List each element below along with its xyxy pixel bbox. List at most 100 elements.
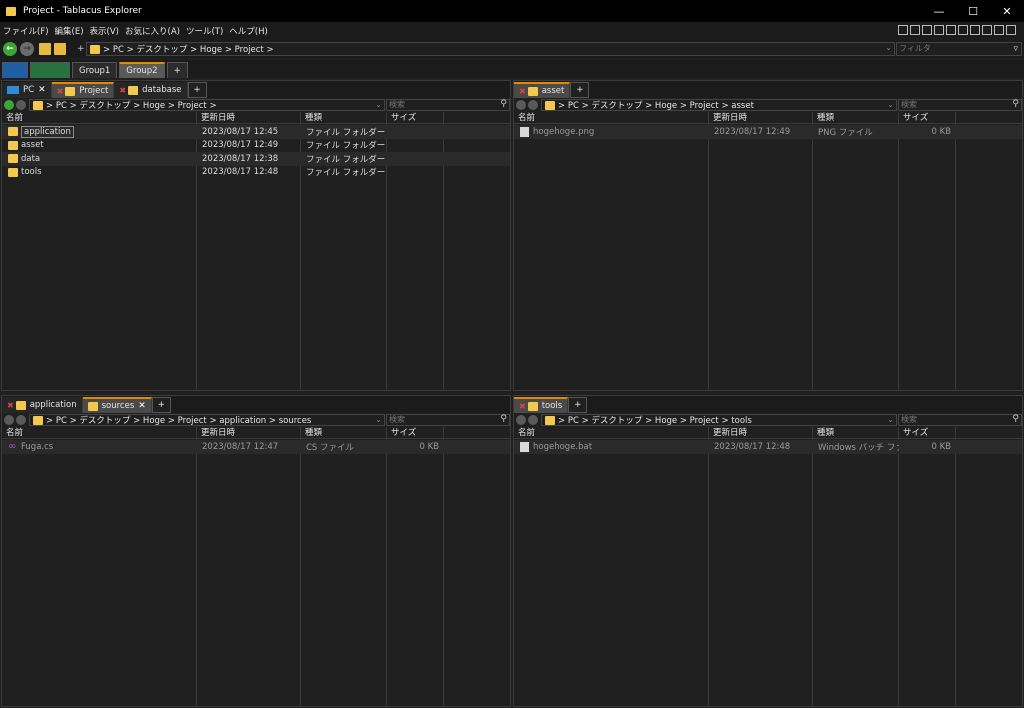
list-item[interactable]: data 2023/08/17 12:38 ファイル フォルダー: [2, 152, 510, 166]
layout-7-icon[interactable]: [970, 25, 980, 35]
column-name[interactable]: 名前: [2, 427, 197, 438]
back-arrow-icon[interactable]: ←: [3, 42, 17, 56]
list-item[interactable]: hogehoge.bat 2023/08/17 12:48 Windows バッ…: [514, 440, 1022, 454]
column-name[interactable]: 名前: [514, 112, 709, 123]
group-tab-green[interactable]: [30, 62, 70, 78]
column-type[interactable]: 種類: [301, 427, 387, 438]
tab-project[interactable]: ✖ Project: [51, 82, 115, 98]
chevron-down-icon[interactable]: ⌄: [375, 415, 382, 424]
column-size[interactable]: サイズ: [899, 427, 956, 438]
layout-2-icon[interactable]: [910, 25, 920, 35]
address-bar[interactable]: > PC > デスクトップ > Hoge > Project > applica…: [29, 414, 385, 426]
filter-input[interactable]: フィルタ ▿: [896, 42, 1022, 56]
column-name[interactable]: 名前: [2, 112, 197, 123]
menu-tools[interactable]: ツール(T): [183, 25, 226, 37]
add-tab-button[interactable]: +: [570, 82, 590, 98]
item-name: data: [21, 153, 41, 164]
layout-1-icon[interactable]: [898, 25, 908, 35]
item-name: Fuga.cs: [21, 441, 54, 452]
layout-5-icon[interactable]: [946, 25, 956, 35]
group-tab-group2[interactable]: Group2: [119, 62, 165, 78]
layout-10-icon[interactable]: [1006, 25, 1016, 35]
chevron-down-icon[interactable]: ⌄: [887, 415, 894, 424]
menu-file[interactable]: ファイル(F): [0, 25, 52, 37]
column-size[interactable]: サイズ: [387, 112, 444, 123]
forward-arrow-icon[interactable]: [528, 100, 538, 110]
main-address-bar[interactable]: > PC > デスクトップ > Hoge > Project > ⌄: [86, 42, 895, 56]
column-name[interactable]: 名前: [514, 427, 709, 438]
back-arrow-icon[interactable]: [516, 100, 526, 110]
window-title: Project - Tablacus Explorer: [23, 6, 142, 16]
list-item[interactable]: hogehoge.png 2023/08/17 12:49 PNG ファイル 0…: [514, 125, 1022, 139]
column-date[interactable]: 更新日時: [709, 427, 813, 438]
chevron-down-icon[interactable]: ⌄: [887, 100, 894, 109]
menu-favorites[interactable]: お気に入り(A): [122, 25, 183, 37]
layout-9-icon[interactable]: [994, 25, 1004, 35]
tab-asset[interactable]: ✖ asset: [514, 82, 571, 98]
add-tab-button[interactable]: +: [568, 397, 588, 413]
funnel-icon[interactable]: ▿: [1013, 43, 1018, 55]
column-type[interactable]: 種類: [301, 112, 387, 123]
chevron-down-icon[interactable]: ⌄: [885, 43, 892, 52]
add-icon[interactable]: +: [77, 44, 85, 54]
forward-arrow-icon[interactable]: [16, 100, 26, 110]
tab-tools[interactable]: ✖ tools: [514, 397, 569, 413]
search-input[interactable]: 検索 ⚲: [386, 414, 510, 426]
tree-icon[interactable]: [54, 43, 66, 55]
layout-6-icon[interactable]: [958, 25, 968, 35]
forward-arrow-icon[interactable]: [16, 415, 26, 425]
search-icon[interactable]: ⚲: [1012, 414, 1019, 424]
back-arrow-icon[interactable]: [4, 415, 14, 425]
list-item[interactable]: tools 2023/08/17 12:48 ファイル フォルダー: [2, 166, 510, 180]
column-type[interactable]: 種類: [813, 112, 899, 123]
column-size[interactable]: サイズ: [899, 112, 956, 123]
menu-help[interactable]: ヘルプ(H): [226, 25, 271, 37]
tab-strip: ✖ tools +: [514, 396, 1022, 413]
close-button[interactable]: ✕: [990, 0, 1024, 22]
layout-8-icon[interactable]: [982, 25, 992, 35]
menu-view[interactable]: 表示(V): [87, 25, 122, 37]
item-name: hogehoge.bat: [533, 441, 593, 452]
list-item[interactable]: ∞ Fuga.cs 2023/08/17 12:47 CS ファイル 0 KB: [2, 440, 510, 454]
tab-application[interactable]: ✖ application: [2, 397, 83, 413]
search-icon[interactable]: ⚲: [1012, 99, 1019, 109]
maximize-button[interactable]: ☐: [956, 0, 990, 22]
close-icon[interactable]: ✕: [138, 401, 146, 411]
add-group-button[interactable]: +: [166, 62, 188, 78]
add-tab-button[interactable]: +: [151, 397, 171, 413]
close-icon[interactable]: ✕: [38, 85, 46, 95]
column-size[interactable]: サイズ: [387, 427, 444, 438]
menu-edit[interactable]: 編集(E): [52, 25, 87, 37]
column-date[interactable]: 更新日時: [197, 112, 301, 123]
forward-arrow-icon[interactable]: [528, 415, 538, 425]
forward-arrow-icon[interactable]: →: [20, 42, 34, 56]
address-bar[interactable]: > PC > デスクトップ > Hoge > Project > asset ⌄: [541, 99, 897, 111]
search-icon[interactable]: ⚲: [500, 99, 507, 109]
group-tab-blue[interactable]: [2, 62, 28, 78]
column-date[interactable]: 更新日時: [197, 427, 301, 438]
tab-strip: PC ✕ ✖ Project ✖ database +: [2, 81, 510, 98]
search-input[interactable]: 検索 ⚲: [386, 99, 510, 111]
address-bar[interactable]: > PC > デスクトップ > Hoge > Project > ⌄: [29, 99, 385, 111]
column-date[interactable]: 更新日時: [709, 112, 813, 123]
list-item[interactable]: application 2023/08/17 12:45 ファイル フォルダー: [2, 125, 510, 139]
search-input[interactable]: 検索 ⚲: [898, 414, 1022, 426]
minimize-button[interactable]: —: [922, 0, 956, 22]
back-arrow-icon[interactable]: [4, 100, 14, 110]
group-tab-group1[interactable]: Group1: [72, 62, 118, 78]
layout-4-icon[interactable]: [934, 25, 944, 35]
list-item[interactable]: asset 2023/08/17 12:49 ファイル フォルダー: [2, 139, 510, 153]
search-input[interactable]: 検索 ⚲: [898, 99, 1022, 111]
back-arrow-icon[interactable]: [516, 415, 526, 425]
address-bar[interactable]: > PC > デスクトップ > Hoge > Project > tools ⌄: [541, 414, 897, 426]
tab-database[interactable]: ✖ database: [114, 82, 188, 98]
column-type[interactable]: 種類: [813, 427, 899, 438]
chevron-down-icon[interactable]: ⌄: [375, 100, 382, 109]
layout-3-icon[interactable]: [922, 25, 932, 35]
search-placeholder: 検索: [389, 100, 405, 109]
up-folder-icon[interactable]: [39, 43, 51, 55]
search-icon[interactable]: ⚲: [500, 414, 507, 424]
tab-pc[interactable]: PC ✕: [2, 82, 52, 98]
add-tab-button[interactable]: +: [187, 82, 207, 98]
tab-sources[interactable]: sources ✕: [82, 397, 152, 413]
